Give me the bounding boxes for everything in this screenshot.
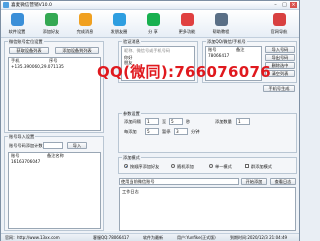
- toolbar-label: 软件设置: [8, 29, 26, 34]
- toolbar-share-button[interactable]: 分 享: [139, 12, 167, 36]
- mode-panel: 添加模式 按顺序添加好友 随机添加 单一模式 群添加模式: [118, 155, 297, 174]
- import-label: 账号号码添加计数: [9, 143, 43, 148]
- account-select[interactable]: 使用当前微信账号: [119, 178, 239, 185]
- status-version: 软件为最新: [143, 235, 163, 240]
- import-button[interactable]: 导入: [67, 142, 87, 149]
- import-panel: 账号导入设置 账号号码添加计数 导入 账号 备注名称 16163706047: [4, 134, 104, 231]
- camera-icon: [113, 13, 126, 26]
- toolbar-more-button[interactable]: 更多功能: [173, 12, 201, 36]
- status-qq: 客服QQ:78066417: [93, 235, 130, 240]
- import-count-field[interactable]: [43, 142, 63, 149]
- interval-label: 添加间隔: [124, 119, 141, 124]
- mode-radio[interactable]: [124, 164, 128, 168]
- generate-phone-button[interactable]: 手机号生成: [263, 85, 295, 92]
- device-table[interactable]: 手机 序号 +135.390060,29.071135: [8, 57, 101, 131]
- mode-option-label: 随机添加: [177, 164, 194, 169]
- status-account: 用户:Yunfike(正式版): [177, 235, 216, 240]
- toolbar-label: 发朋友圈: [110, 29, 128, 34]
- group-mode-checkbox[interactable]: [245, 164, 249, 168]
- to-label: 至: [162, 119, 167, 124]
- status-bar: 官网：http://www.13xx.com 客服QQ:78066417 软件为…: [1, 233, 299, 241]
- toolbar-label: 分 享: [148, 29, 158, 34]
- toolbar-settings-button[interactable]: 软件设置: [3, 12, 31, 36]
- toolbar-website-button[interactable]: 官网导航: [265, 12, 293, 36]
- column-header: 备注: [236, 47, 245, 52]
- window-title: 喜麦微信营销V10.0: [11, 3, 52, 8]
- share-icon: [147, 13, 160, 26]
- watermark-text: QQ(微同):766076076: [97, 63, 271, 81]
- mode-radio[interactable]: [171, 164, 175, 168]
- gap-label: 每添加: [124, 129, 137, 134]
- toolbar-message-button[interactable]: 完成消息: [71, 12, 99, 36]
- phone-panel-legend: 添加QQ/微信/手机号: [206, 39, 247, 45]
- mode-radio[interactable]: [209, 164, 213, 168]
- help-icon: [215, 13, 228, 26]
- start-button[interactable]: 开始添加: [241, 178, 267, 185]
- app-logo-icon: [3, 2, 9, 8]
- log-box[interactable]: 工作日志: [119, 187, 296, 231]
- params-panel: 参数设置 添加间隔 1 至 5 秒 添加数量 1 每添加 5 暂停 3 分钟: [118, 111, 297, 153]
- interval-max-field[interactable]: 5: [169, 118, 183, 125]
- seconds-label: 秒: [186, 119, 191, 124]
- greeting-placeholder: 昵称、微信号或手机号码: [124, 48, 171, 53]
- export-numbers-button[interactable]: 导出号码: [265, 54, 295, 61]
- column-header: 备注名称: [47, 153, 64, 158]
- mode-option-label: 按顺序添加好友: [130, 164, 160, 169]
- pause-label: 暂停: [162, 129, 171, 134]
- device-panel-legend: 微信账号定位设置: [8, 39, 44, 45]
- gear-icon: [11, 13, 24, 26]
- toolbar-add-friend-button[interactable]: 添加好友: [37, 12, 65, 36]
- interval-min-field[interactable]: 1: [145, 118, 159, 125]
- get-device-button[interactable]: 获取设备列表: [9, 47, 49, 54]
- toolbar: 软件设置 添加好友 完成消息 发朋友圈 分 享 更多功能 帮助教程 官网导航: [1, 10, 299, 38]
- title-bar: 喜麦微信营销V10.0 – □ ×: [1, 1, 299, 10]
- device-panel: 微信账号定位设置 获取设备列表 添加设备到列表 手机 序号 +135.39006…: [4, 39, 104, 133]
- count-label: 添加数量: [215, 119, 232, 124]
- toolbar-label: 官网导航: [270, 29, 288, 34]
- add-user-icon: [45, 13, 58, 26]
- toolbar-moments-button[interactable]: 发朋友圈: [105, 12, 133, 36]
- count-field[interactable]: 1: [236, 118, 250, 125]
- mode-panel-legend: 添加模式: [122, 155, 141, 161]
- table-row[interactable]: 16163706047: [11, 159, 40, 164]
- mode-option-label: 单一模式: [215, 164, 232, 169]
- toolbar-help-button[interactable]: 帮助教程: [207, 12, 235, 36]
- toolbar-label: 完成消息: [76, 29, 94, 34]
- pause-unit-label: 分钟: [191, 129, 200, 134]
- table-row[interactable]: +135.390060,29.071135: [11, 64, 64, 69]
- home-icon: [273, 13, 286, 26]
- app-window: 喜麦微信营销V10.0 – □ × 软件设置 添加好友 完成消息 发朋友圈 分 …: [0, 0, 300, 241]
- gap-field[interactable]: 5: [145, 128, 159, 135]
- message-icon: [79, 13, 92, 26]
- status-expire: 到期时间:2020/12/3 21:04:49: [230, 235, 288, 240]
- toolbar-label: 帮助教程: [212, 29, 230, 34]
- greeting-panel-legend: 验证消息: [122, 39, 141, 45]
- view-log-button[interactable]: 查看日志: [270, 178, 296, 185]
- more-icon: [181, 13, 194, 26]
- import-panel-legend: 账号导入设置: [8, 134, 36, 140]
- toolbar-label: 添加好友: [42, 29, 60, 34]
- log-label: 工作日志: [122, 189, 139, 194]
- mode-option-label: 群添加模式: [251, 164, 272, 169]
- status-site[interactable]: 官网：http://www.13xx.com: [5, 235, 60, 241]
- table-row[interactable]: 78066417: [208, 53, 229, 58]
- maximize-icon[interactable]: □: [281, 2, 288, 8]
- params-panel-legend: 参数设置: [122, 111, 141, 117]
- close-icon[interactable]: ×: [290, 2, 297, 8]
- add-device-button[interactable]: 添加设备到列表: [55, 47, 99, 54]
- import-numbers-button[interactable]: 导入号码: [265, 46, 295, 53]
- minimize-icon[interactable]: –: [272, 2, 279, 8]
- toolbar-label: 更多功能: [178, 29, 196, 34]
- import-table[interactable]: 账号 备注名称 16163706047: [8, 152, 101, 229]
- pause-field[interactable]: 3: [174, 128, 188, 135]
